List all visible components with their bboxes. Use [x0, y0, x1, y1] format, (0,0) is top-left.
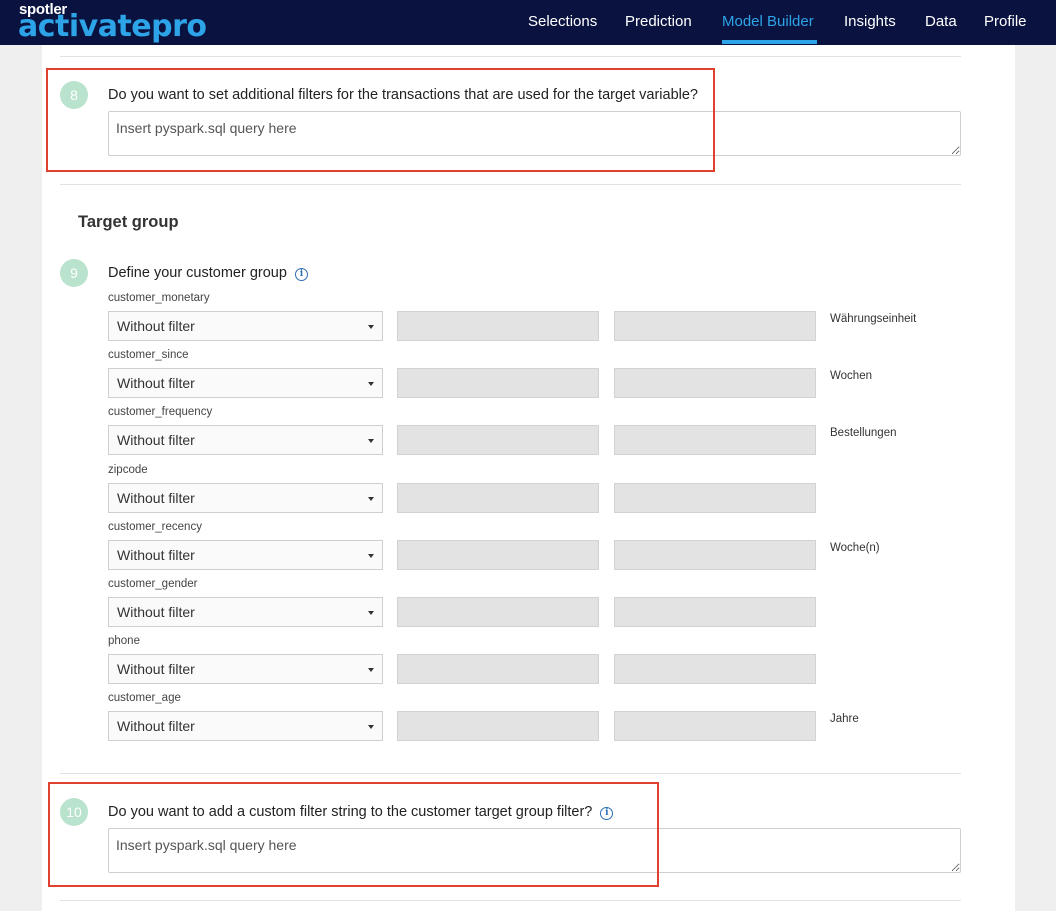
unit-label: Bestellungen [830, 427, 897, 439]
top-navigation-bar: spotler activatepro Selections Predictio… [0, 0, 1056, 45]
logo-brand-main[interactable]: activatepro [18, 9, 207, 44]
unit-label: Jahre [830, 713, 859, 725]
filter-select-customer-age[interactable]: Without filter [108, 711, 383, 741]
filter-select-value: Without filter [117, 547, 195, 563]
nav-data[interactable]: Data [925, 13, 957, 30]
caret-down-icon [368, 611, 374, 615]
filter-select-value: Without filter [117, 375, 195, 391]
filter-value-input-2 [614, 368, 816, 398]
filter-select-value: Without filter [117, 661, 195, 677]
filter-value-input-2 [614, 425, 816, 455]
nav-selections[interactable]: Selections [528, 13, 597, 30]
filter-value-input-2 [614, 654, 816, 684]
nav-profile[interactable]: Profile [984, 13, 1027, 30]
field-label-customer-age: customer_age [108, 692, 181, 704]
filter-value-input-2 [614, 597, 816, 627]
caret-down-icon [368, 668, 374, 672]
unit-label: Wochen [830, 370, 872, 382]
filter-value-input-1 [397, 654, 599, 684]
filter-value-input-1 [397, 483, 599, 513]
filter-select-value: Without filter [117, 718, 195, 734]
nav-active-underline [722, 40, 817, 44]
step9-question-text: Define your customer group [108, 265, 287, 281]
filter-value-input-1 [397, 425, 599, 455]
section-divider [60, 900, 961, 901]
step9-question: Define your customer group i [108, 265, 308, 281]
unit-label: Währungseinheit [830, 313, 917, 325]
field-label-customer-since: customer_since [108, 349, 189, 361]
filter-select-customer-frequency[interactable]: Without filter [108, 425, 383, 455]
step-badge-9: 9 [60, 259, 88, 287]
nav-prediction[interactable]: Prediction [625, 13, 692, 30]
filter-select-phone[interactable]: Without filter [108, 654, 383, 684]
caret-down-icon [368, 382, 374, 386]
field-label-phone: phone [108, 635, 140, 647]
filter-select-value: Without filter [117, 604, 195, 620]
section-divider [60, 56, 961, 57]
filter-value-input-2 [614, 311, 816, 341]
filter-value-input-1 [397, 711, 599, 741]
filter-value-input-2 [614, 711, 816, 741]
field-label-customer-gender: customer_gender [108, 578, 198, 590]
caret-down-icon [368, 725, 374, 729]
filter-select-customer-gender[interactable]: Without filter [108, 597, 383, 627]
filter-value-input-1 [397, 311, 599, 341]
section-divider [60, 184, 961, 185]
nav-insights[interactable]: Insights [844, 13, 896, 30]
filter-value-input-2 [614, 483, 816, 513]
filter-value-input-1 [397, 368, 599, 398]
filter-select-value: Without filter [117, 490, 195, 506]
info-icon[interactable]: i [294, 267, 308, 281]
caret-down-icon [368, 497, 374, 501]
section-title-target-group: Target group [78, 213, 179, 231]
section-divider [60, 773, 961, 774]
filter-value-input-2 [614, 540, 816, 570]
caret-down-icon [368, 554, 374, 558]
filter-select-value: Without filter [117, 432, 195, 448]
field-label-customer-recency: customer_recency [108, 521, 202, 533]
highlight-box-step10 [48, 782, 659, 887]
filter-value-input-1 [397, 597, 599, 627]
highlight-box-step8 [46, 68, 715, 172]
filter-select-customer-recency[interactable]: Without filter [108, 540, 383, 570]
filter-select-value: Without filter [117, 318, 195, 334]
field-label-zipcode: zipcode [108, 464, 148, 476]
caret-down-icon [368, 439, 374, 443]
filter-value-input-1 [397, 540, 599, 570]
nav-model-builder[interactable]: Model Builder [722, 13, 814, 30]
caret-down-icon [368, 325, 374, 329]
field-label-customer-monetary: customer_monetary [108, 292, 210, 304]
unit-label: Woche(n) [830, 542, 880, 554]
filter-select-customer-monetary[interactable]: Without filter [108, 311, 383, 341]
filter-select-zipcode[interactable]: Without filter [108, 483, 383, 513]
filter-select-customer-since[interactable]: Without filter [108, 368, 383, 398]
field-label-customer-frequency: customer_frequency [108, 406, 213, 418]
